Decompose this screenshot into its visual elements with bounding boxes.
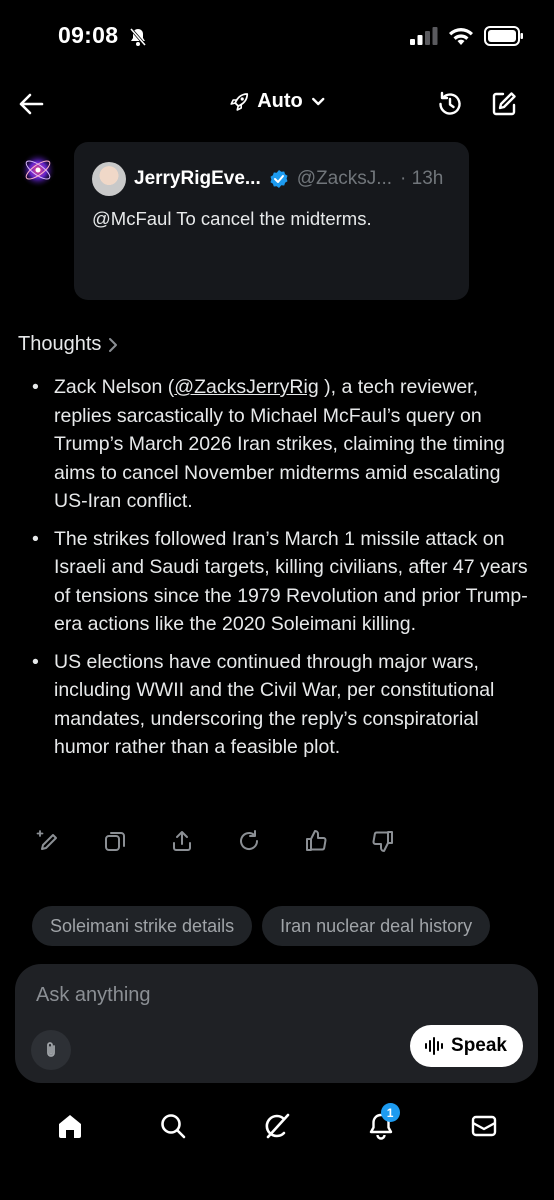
status-time: 09:08 xyxy=(58,22,119,48)
share-icon xyxy=(173,831,191,851)
compose-icon xyxy=(492,92,516,116)
history-icon xyxy=(439,91,461,115)
post-age: · 13h xyxy=(400,168,444,189)
search-icon xyxy=(161,1114,186,1139)
grok-icon xyxy=(265,1113,290,1139)
quoted-post-header: JerryRigEve... @ZacksJ... · 13h xyxy=(92,162,443,196)
speak-label: Speak xyxy=(451,1035,507,1056)
list-item: Zack Nelson (@ZacksJerryRig ), a tech re… xyxy=(26,373,536,516)
response-actions xyxy=(36,828,395,854)
battery-icon xyxy=(484,26,524,51)
quoted-post-text: @McFaul To cancel the midterms. xyxy=(92,208,372,229)
author-handle: @ZacksJ... xyxy=(296,168,393,189)
paperclip-icon xyxy=(47,1042,55,1057)
wifi-icon xyxy=(448,27,474,51)
thumbs-up-icon xyxy=(306,830,327,851)
response-bullets: Zack Nelson (@ZacksJerryRig ), a tech re… xyxy=(26,373,536,771)
attach-button[interactable] xyxy=(31,1030,71,1070)
home-icon xyxy=(58,1115,81,1138)
verified-badge-icon xyxy=(270,170,288,188)
author-avatar xyxy=(92,162,126,196)
regenerate-icon xyxy=(240,830,259,850)
nav-search[interactable] xyxy=(153,1106,193,1146)
nav-messages[interactable] xyxy=(464,1106,504,1146)
speak-button[interactable]: Speak xyxy=(410,1025,523,1067)
copy-button[interactable] xyxy=(103,828,127,854)
silent-mode-icon xyxy=(128,27,148,52)
rocket-icon xyxy=(230,92,249,111)
list-item: The strikes followed Iran’s March 1 miss… xyxy=(26,525,536,639)
status-indicators xyxy=(410,26,524,51)
mode-selector[interactable]: Auto xyxy=(229,90,325,113)
thumbs-up-button[interactable] xyxy=(304,828,328,854)
list-item: US elections have continued through majo… xyxy=(26,648,536,762)
thoughts-toggle[interactable]: Thoughts xyxy=(18,333,119,356)
quoted-post-card[interactable]: JerryRigEve... @ZacksJ... · 13h @McFaul … xyxy=(74,142,469,300)
edit-prompt-icon xyxy=(36,830,57,850)
cellular-signal-icon xyxy=(410,27,438,50)
chevron-down-icon xyxy=(311,97,324,105)
copy-icon xyxy=(105,832,125,851)
share-button[interactable] xyxy=(170,828,194,854)
nav-notifications[interactable]: 1 xyxy=(361,1103,401,1146)
nav-home[interactable] xyxy=(50,1106,90,1146)
ask-input[interactable]: Ask anything xyxy=(36,984,151,1007)
suggestion-chips: Soleimani strike details Iran nuclear de… xyxy=(32,906,491,946)
mention-link[interactable]: @ZacksJerryRig xyxy=(174,376,318,398)
new-chat-button[interactable] xyxy=(486,86,522,122)
voice-waveform-icon xyxy=(425,1037,444,1055)
thumbs-down-button[interactable] xyxy=(371,828,395,854)
nav-grok[interactable] xyxy=(257,1106,297,1146)
bottom-nav: 1 xyxy=(0,1103,554,1148)
suggestion-chip[interactable]: Soleimani strike details xyxy=(32,906,253,946)
ask-input-box[interactable]: Ask anything Speak xyxy=(15,964,538,1083)
edit-prompt-button[interactable] xyxy=(36,828,60,854)
thumbs-down-icon xyxy=(372,831,393,852)
notification-badge: 1 xyxy=(380,1103,400,1122)
grok-orb-icon xyxy=(18,150,58,195)
history-button[interactable] xyxy=(432,86,468,122)
messages-icon xyxy=(471,1115,497,1137)
regenerate-button[interactable] xyxy=(237,828,261,854)
suggestion-chip[interactable]: Iran nuclear deal history xyxy=(262,906,491,946)
mode-label: Auto xyxy=(257,90,303,112)
back-button[interactable] xyxy=(13,86,49,122)
thoughts-label: Thoughts xyxy=(18,333,102,355)
chevron-right-icon xyxy=(109,337,118,352)
arrow-left-icon xyxy=(19,93,44,115)
author-name: JerryRigEve... xyxy=(134,168,261,189)
